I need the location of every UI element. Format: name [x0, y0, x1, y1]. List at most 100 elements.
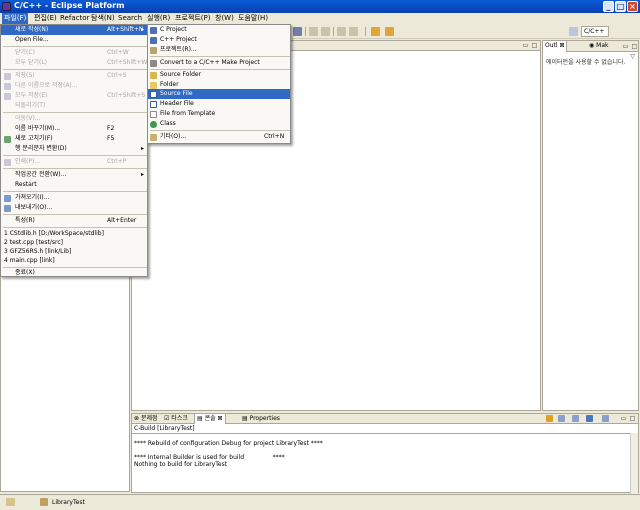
submenu-item-convert-make-project[interactable]: Convert to a C/C++ Make Project [148, 58, 290, 68]
menu-item-revert[interactable]: 되돌리기(T) [1, 101, 147, 111]
tab-tasks-label: 타스크 [171, 415, 188, 422]
menu-item-label: 다른 이름으로 저장(A)... [15, 82, 78, 89]
perspective-cpp-button[interactable]: C/C++ [581, 26, 609, 37]
menu-item-accelerator: F5 [107, 135, 115, 142]
menu-item-open-file[interactable]: Open File... [1, 35, 147, 45]
class-icon [150, 121, 157, 128]
menu-item-label: 모두 저장(E) [15, 92, 48, 99]
menu-item-accelerator: Ctrl+Shift+W [107, 59, 148, 66]
menu-item-properties[interactable]: 특성(R) Alt+Enter [1, 216, 147, 226]
project-icon [40, 498, 48, 506]
menu-item-print[interactable]: 인쇄(P)... Ctrl+P [1, 157, 147, 167]
menu-search[interactable]: Search [116, 13, 144, 24]
lock-icon[interactable] [546, 415, 553, 422]
tab-properties[interactable]: ▤ Properties [240, 414, 282, 424]
menu-refactor[interactable]: Refactor [58, 13, 91, 24]
minimize-icon[interactable]: ▭ [620, 415, 627, 422]
toolbar-icon[interactable] [293, 27, 302, 36]
submenu-item-header-file[interactable]: Header File [148, 99, 290, 109]
maximize-icon[interactable]: □ [531, 42, 538, 49]
submenu-item-source-folder[interactable]: Source Folder [148, 70, 290, 80]
menu-item-restart[interactable]: Restart [1, 180, 147, 190]
menu-item-switch-workspace[interactable]: 작업공간 전환(W)... ▸ [1, 170, 147, 180]
fast-view-icon[interactable] [6, 498, 15, 506]
maximize-icon[interactable]: □ [629, 415, 636, 422]
perspective-label: C/C++ [584, 28, 605, 35]
menu-separator [150, 130, 290, 131]
menu-item-convert-line-delimiters[interactable]: 행 분리문자 변환(D) ▸ [1, 144, 147, 154]
submenu-item-project[interactable]: 프로젝트(R)... [148, 45, 290, 55]
submenu-arrow-icon: ▸ [140, 145, 144, 152]
menu-item-rename[interactable]: 이름 바꾸기(M)... F2 [1, 124, 147, 134]
menu-window[interactable]: 창(W) [213, 13, 236, 24]
submenu-item-class[interactable]: Class [148, 119, 290, 129]
menu-run[interactable]: 실행(R) [145, 13, 172, 24]
pin-icon[interactable] [558, 415, 565, 422]
view-menu-icon[interactable]: ▽ [629, 53, 636, 60]
submenu-item-label: File from Template [160, 110, 216, 117]
save-all-icon [4, 93, 11, 100]
console-pane: ⊗ 문제점 ☑ 타스크 ▤ 콘솔 ⊠ ▤ Properties ▭ □ C-Bu… [131, 413, 639, 494]
menu-item-refresh[interactable]: 새로 고치기(F) F5 [1, 134, 147, 144]
display-console-icon[interactable] [572, 415, 579, 422]
file-icon [150, 111, 157, 118]
open-perspective-icon[interactable] [569, 27, 578, 36]
menu-item-save[interactable]: 저장(S) Ctrl+S [1, 71, 147, 81]
maximize-icon[interactable]: □ [631, 43, 638, 50]
menu-item-label: 새로 고치기(F) [15, 135, 53, 142]
menu-item-move[interactable]: 이동(V)... [1, 114, 147, 124]
menu-navigate[interactable]: 탐색(N) [89, 13, 117, 24]
eclipse-logo-icon [2, 2, 11, 11]
console-output[interactable]: **** Rebuild of configuration Debug for … [132, 433, 638, 494]
menu-item-label: 가져오기(I)... [15, 194, 50, 201]
menu-item-recent-file-4[interactable]: 4 main.cpp [link] [1, 256, 147, 266]
menu-item-label: 내보내기(O)... [15, 204, 53, 211]
menu-item-new[interactable]: 새로 작성(N) Alt+Shift+N ▸ [1, 25, 147, 35]
toolbar-icon[interactable] [349, 27, 358, 36]
menu-item-save-all[interactable]: 모두 저장(E) Ctrl+Shift+S [1, 91, 147, 101]
minimize-icon[interactable]: ▭ [622, 43, 629, 50]
submenu-item-cpp-project[interactable]: C++ Project [148, 35, 290, 45]
menu-file[interactable]: 파일(F) [2, 13, 29, 24]
menu-item-close[interactable]: 닫기(C) Ctrl+W [1, 48, 147, 58]
menu-item-save-as[interactable]: 다른 이름으로 저장(A)... [1, 81, 147, 91]
menu-item-export[interactable]: 내보내기(O)... [1, 203, 147, 213]
back-arrow-icon[interactable] [371, 27, 380, 36]
menu-project[interactable]: 프로젝트(P) [173, 13, 212, 24]
menu-item-label: 모두 닫기(L) [15, 59, 48, 66]
toolbar-icon[interactable] [337, 27, 346, 36]
submenu-item-other[interactable]: 기타(O)... Ctrl+N [148, 132, 290, 142]
menu-edit[interactable]: 편집(E) [32, 13, 59, 24]
minimize-icon[interactable]: ▭ [522, 42, 529, 49]
maximize-button[interactable]: □ [615, 1, 626, 12]
submenu-item-label: 기타(O)... [160, 133, 187, 140]
tab-tasks[interactable]: ☑ 타스크 [162, 414, 190, 424]
menu-item-accelerator: Alt+Shift+N [107, 26, 144, 33]
menu-help[interactable]: 도움말(H) [236, 13, 270, 24]
project-icon [150, 47, 157, 54]
submenu-item-file-from-template[interactable]: File from Template [148, 109, 290, 119]
open-console-icon[interactable] [586, 415, 593, 422]
minimize-button[interactable]: _ [603, 1, 614, 12]
menu-item-label: 행 분리문자 변환(D) [15, 145, 67, 152]
close-button[interactable]: × [627, 1, 638, 12]
menu-item-close-all[interactable]: 모두 닫기(L) Ctrl+Shift+W [1, 58, 147, 68]
menu-item-import[interactable]: 가져오기(I)... [1, 193, 147, 203]
menu-item-label: Open File... [15, 36, 49, 43]
cpp-project-icon [150, 37, 157, 44]
menu-separator [3, 227, 147, 228]
new-console-icon[interactable] [602, 415, 609, 422]
tab-console[interactable]: ▤ 콘솔 ⊠ [194, 414, 226, 424]
menu-item-exit[interactable]: 종료(X) [1, 268, 147, 278]
console-scrollbar[interactable] [630, 433, 638, 494]
toolbar-icon[interactable] [321, 27, 330, 36]
toolbar-icon[interactable] [309, 27, 318, 36]
menu-separator [3, 155, 147, 156]
submenu-item-accelerator: Ctrl+N [264, 133, 285, 140]
tab-outline[interactable]: Outl ⊠ [543, 41, 568, 52]
tab-make-targets[interactable]: ◉ Mak [587, 41, 610, 52]
tab-problems[interactable]: ⊗ 문제점 [132, 414, 160, 424]
submenu-item-c-project[interactable]: C Project [148, 25, 290, 35]
forward-arrow-icon[interactable] [385, 27, 394, 36]
submenu-item-source-file[interactable]: Source File [148, 89, 290, 99]
